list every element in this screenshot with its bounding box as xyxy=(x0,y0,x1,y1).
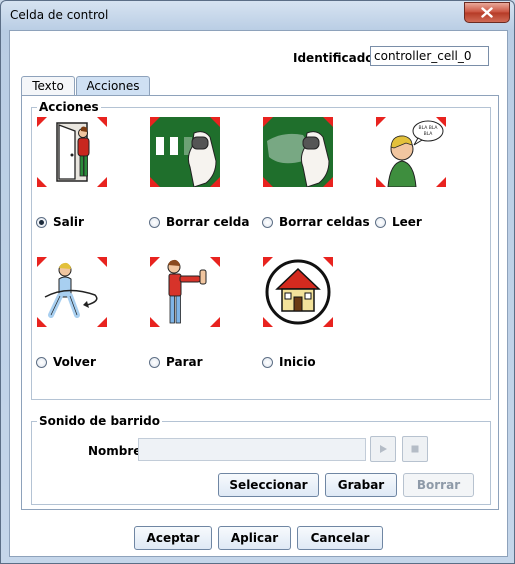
radio-indicator xyxy=(262,356,273,368)
svg-text:BLA: BLA xyxy=(424,131,434,137)
radio-label: Volver xyxy=(53,355,96,369)
apply-button[interactable]: Aplicar xyxy=(218,526,291,550)
close-window-button[interactable] xyxy=(464,2,510,23)
close-icon xyxy=(481,7,493,18)
cancel-button[interactable]: Cancelar xyxy=(297,526,383,550)
tab-texto[interactable]: Texto xyxy=(21,76,75,96)
identifier-input[interactable] xyxy=(370,46,489,66)
radio-leer[interactable]: Leer xyxy=(375,214,422,230)
erase-cells-picto-icon[interactable] xyxy=(263,117,333,187)
read-speak-picto-icon[interactable]: BLA BLA BLA xyxy=(376,117,446,187)
record-sound-button[interactable]: Grabar xyxy=(325,473,397,497)
radio-indicator xyxy=(149,216,160,228)
dialog-window: Celda de control Identificador Texto Acc… xyxy=(0,0,515,564)
radio-indicator xyxy=(149,356,160,368)
stop-sound-button[interactable] xyxy=(402,436,428,462)
radio-indicator xyxy=(262,216,273,228)
acciones-group-title: Acciones xyxy=(37,100,101,114)
acciones-group: Acciones BLA BLA BLA Salir Borrar celda … xyxy=(31,100,491,400)
radio-indicator xyxy=(36,216,47,228)
radio-borrar-celda[interactable]: Borrar celda xyxy=(149,214,249,230)
radio-indicator xyxy=(36,356,47,368)
play-icon xyxy=(380,445,387,453)
radio-indicator xyxy=(375,216,386,228)
radio-label: Parar xyxy=(166,355,203,369)
acciones-tab-panel: Acciones BLA BLA BLA Salir Borrar celda … xyxy=(21,95,499,510)
radio-label: Inicio xyxy=(279,355,316,369)
erase-cell-picto-icon[interactable] xyxy=(150,117,220,187)
radio-inicio[interactable]: Inicio xyxy=(262,354,316,370)
tab-acciones[interactable]: Acciones xyxy=(76,76,150,96)
window-title: Celda de control xyxy=(10,8,109,22)
radio-borrar-celdas[interactable]: Borrar celdas xyxy=(262,214,370,230)
radio-label: Borrar celda xyxy=(166,215,250,229)
radio-parar[interactable]: Parar xyxy=(149,354,203,370)
radio-label: Borrar celdas xyxy=(279,215,370,229)
radio-label: Leer xyxy=(392,215,422,229)
svg-text:BLA BLA: BLA BLA xyxy=(419,125,439,131)
identifier-label: Identificador xyxy=(293,51,380,65)
exit-door-picto-icon[interactable] xyxy=(37,117,107,187)
select-sound-button[interactable]: Seleccionar xyxy=(218,473,319,497)
radio-salir[interactable]: Salir xyxy=(36,214,84,230)
delete-sound-button[interactable]: Borrar xyxy=(403,473,474,497)
dialog-content: Identificador Texto Acciones Acciones xyxy=(9,30,508,557)
go-back-picto-icon[interactable] xyxy=(37,257,107,327)
stop-picto-icon[interactable] xyxy=(150,257,220,327)
sonido-barrido-group: Sonido de barrido Nombre Seleccionar Gra… xyxy=(31,414,491,505)
accept-button[interactable]: Aceptar xyxy=(134,526,212,550)
home-picto-icon[interactable] xyxy=(263,257,333,327)
title-bar[interactable]: Celda de control xyxy=(1,1,514,29)
stop-icon xyxy=(411,445,419,453)
sonido-barrido-title: Sonido de barrido xyxy=(37,414,162,428)
radio-volver[interactable]: Volver xyxy=(36,354,96,370)
play-sound-button[interactable] xyxy=(370,436,396,462)
nombre-field[interactable] xyxy=(138,438,366,461)
radio-label: Salir xyxy=(53,215,84,229)
nombre-label: Nombre xyxy=(88,444,142,458)
